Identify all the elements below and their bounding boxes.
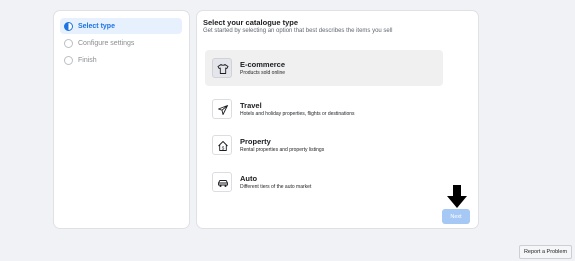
- catalogue-type-panel: Select your catalogue type Get started b…: [197, 11, 478, 228]
- page-title: Select your catalogue type: [203, 18, 299, 27]
- step-circle-icon: [64, 38, 73, 48]
- step-finish[interactable]: Finish: [60, 52, 182, 68]
- house-icon: $: [212, 135, 232, 155]
- option-title: E-commerce: [240, 60, 286, 69]
- option-auto[interactable]: Auto Different tiers of the auto market: [205, 164, 443, 200]
- page-subtitle: Get started by selecting an option that …: [203, 28, 393, 34]
- option-description: Hotels and holiday properties, flights o…: [240, 111, 355, 117]
- step-progress-icon: [64, 21, 73, 31]
- step-configure-settings[interactable]: Configure settings: [60, 35, 182, 51]
- car-icon: [212, 172, 232, 192]
- option-description: Different tiers of the auto market: [240, 184, 312, 190]
- step-select-type[interactable]: Select type: [60, 18, 182, 34]
- tshirt-icon: [212, 58, 232, 78]
- option-title: Travel: [240, 101, 262, 110]
- step-circle-icon: [64, 55, 73, 65]
- option-description: Products sold online: [240, 70, 286, 76]
- steps-panel: Select type Configure settings Finish: [54, 11, 189, 228]
- step-label: Finish: [78, 56, 97, 64]
- report-problem-button[interactable]: Report a Problem: [519, 245, 572, 259]
- option-property[interactable]: $ Property Rental properties and propert…: [205, 127, 443, 163]
- step-label: Configure settings: [78, 39, 135, 47]
- option-title: Property: [240, 137, 271, 146]
- airplane-icon: [212, 99, 232, 119]
- option-travel[interactable]: Travel Hotels and holiday properties, fl…: [205, 91, 443, 127]
- svg-text:$: $: [222, 145, 225, 150]
- arrow-down-icon: [447, 185, 467, 208]
- option-title: Auto: [240, 174, 258, 183]
- next-button[interactable]: Next: [442, 209, 470, 224]
- option-ecommerce[interactable]: E-commerce Products sold online: [205, 50, 443, 86]
- option-description: Rental properties and property listings: [240, 147, 325, 153]
- step-label: Select type: [78, 22, 115, 30]
